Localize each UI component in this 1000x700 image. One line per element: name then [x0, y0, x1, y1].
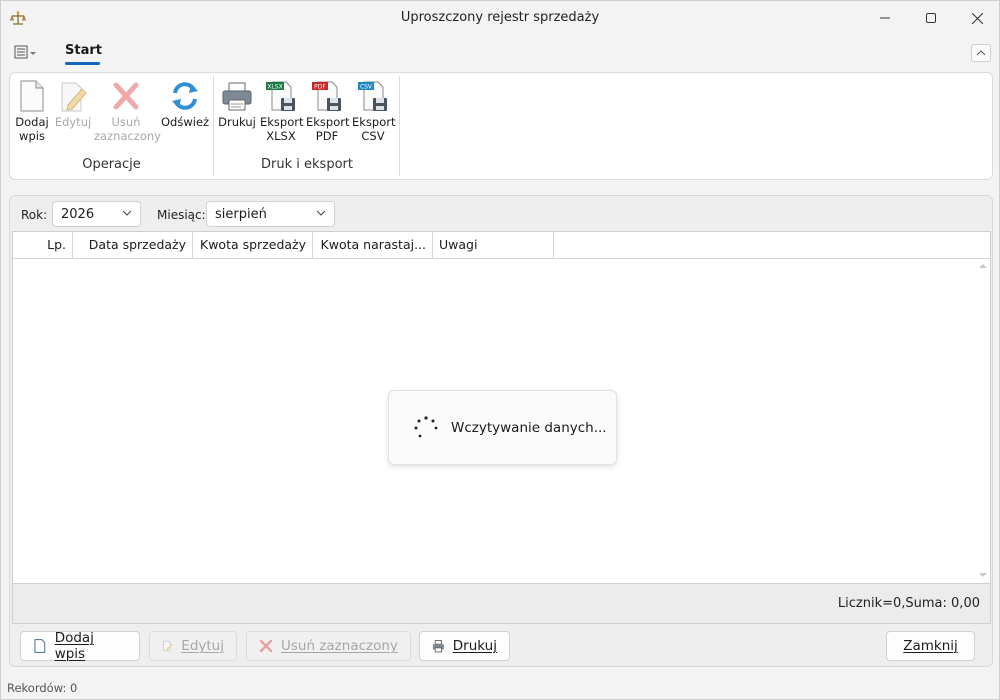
- maximize-button[interactable]: [908, 1, 954, 35]
- column-header-notes[interactable]: Uwagi: [433, 232, 554, 258]
- status-bar: Rekordów: 0: [1, 677, 999, 699]
- ribbon-add-label-1: Dodaj: [15, 115, 49, 129]
- main-window: Uproszczony rejestr sprzedaży Start Doda…: [0, 0, 1000, 700]
- printer-icon: [222, 82, 252, 111]
- xlsx-badge-text: XLSX: [267, 84, 282, 91]
- table-summary-row: Licznik=0,Suma: 0,00: [12, 584, 991, 624]
- ribbon-refresh-label: Odśwież: [161, 115, 210, 129]
- scroll-down-icon[interactable]: [979, 571, 987, 579]
- tab-start[interactable]: Start: [65, 43, 102, 58]
- ribbon-add-button[interactable]: Dodaj wpis: [14, 79, 50, 143]
- minimize-button[interactable]: [862, 1, 908, 35]
- edit-document-icon: [61, 82, 87, 112]
- delete-selected-label: Usuń zaznaczony: [281, 638, 398, 654]
- ribbon-edit-button[interactable]: Edytuj: [53, 79, 93, 129]
- summary-text: Licznik=0,Suma: 0,00: [837, 596, 980, 611]
- ribbon-delete-label-2: zaznaczony: [94, 129, 161, 143]
- ribbon-print-label: Drukuj: [218, 115, 256, 129]
- new-document-icon: [20, 80, 44, 112]
- year-label: Rok:: [21, 208, 48, 222]
- print-label: Drukuj: [452, 638, 497, 654]
- ribbon: Dodaj wpis Edytuj Usuń zaznaczony Odświe…: [9, 72, 993, 180]
- export-pdf-icon: PDF: [312, 81, 341, 111]
- refresh-icon: [172, 82, 198, 110]
- column-header-cumulative-amount[interactable]: Kwota narastaj...: [313, 232, 433, 258]
- month-label: Miesiąc:: [157, 208, 206, 222]
- delete-x-icon: [259, 639, 273, 653]
- close-button[interactable]: Zamknij: [886, 631, 975, 661]
- edit-label: Edytuj: [181, 638, 224, 654]
- ribbon-csv-label-2: CSV: [361, 129, 385, 143]
- ribbon-csv-label-1: Eksport: [352, 115, 396, 129]
- group-label-operations: Operacje: [82, 157, 141, 172]
- ribbon-pdf-label-2: PDF: [315, 129, 339, 143]
- year-value: 2026: [61, 207, 95, 222]
- month-select[interactable]: sierpień: [206, 201, 335, 227]
- chevron-up-icon: [976, 50, 986, 56]
- group-label-print-export: Druk i eksport: [261, 157, 353, 172]
- ribbon-export-csv-button[interactable]: CSV Eksport CSV: [352, 79, 396, 143]
- printer-icon: [432, 640, 444, 653]
- export-csv-icon: CSV: [358, 81, 387, 111]
- ribbon-export-pdf-button[interactable]: PDF Eksport PDF: [306, 79, 350, 143]
- title-bar: Uproszczony rejestr sprzedaży: [1, 1, 999, 35]
- ribbon-export-xlsx-button[interactable]: XLSX Eksport XLSX: [260, 79, 304, 143]
- record-count: Rekordów: 0: [7, 681, 78, 695]
- chevron-down-icon: [316, 210, 326, 216]
- column-header-sale-amount[interactable]: Kwota sprzedaży: [193, 232, 313, 258]
- export-xlsx-icon: XLSX: [266, 81, 295, 111]
- csv-badge-text: CSV: [360, 84, 373, 91]
- add-entry-label: Dodaj wpis: [54, 630, 94, 662]
- chevron-down-icon: [122, 210, 132, 216]
- ribbon-add-label-2: wpis: [19, 129, 45, 143]
- ribbon-tab-bar: Start: [1, 39, 999, 67]
- pdf-badge-text: PDF: [314, 84, 326, 91]
- delete-selected-button[interactable]: Usuń zaznaczony: [246, 631, 411, 661]
- app-menu-icon[interactable]: [14, 44, 38, 60]
- month-value: sierpień: [215, 207, 267, 222]
- scroll-up-icon[interactable]: [979, 262, 987, 270]
- print-button[interactable]: Drukuj: [419, 631, 510, 661]
- ribbon-print-button[interactable]: Drukuj: [218, 79, 256, 129]
- column-header-sale-date[interactable]: Data sprzedaży: [73, 232, 193, 258]
- ribbon-edit-label: Edytuj: [54, 115, 92, 129]
- new-document-icon: [34, 639, 46, 653]
- ribbon-xlsx-label-1: Eksport: [260, 115, 304, 129]
- minimize-icon: [880, 17, 890, 19]
- table-header: Lp. Data sprzedaży Kwota sprzedaży Kwota…: [13, 232, 990, 259]
- add-entry-button[interactable]: Dodaj wpis: [20, 630, 140, 662]
- tab-active-indicator: [65, 62, 100, 65]
- delete-x-icon: [113, 82, 139, 110]
- close-window-button[interactable]: [954, 1, 1000, 35]
- close-label: Zamknij: [903, 638, 958, 654]
- group-separator: [399, 76, 400, 176]
- collapse-ribbon-button[interactable]: [971, 44, 991, 62]
- loading-text: Wczytywanie danych...: [451, 420, 607, 436]
- edit-button[interactable]: Edytuj: [149, 631, 237, 661]
- loading-indicator: Wczytywanie danych...: [388, 390, 617, 465]
- column-header-lp[interactable]: Lp.: [13, 232, 73, 258]
- ribbon-refresh-button[interactable]: Odśwież: [161, 79, 209, 129]
- close-icon: [971, 12, 983, 24]
- maximize-icon: [926, 13, 936, 23]
- ribbon-delete-label-1: Usuń: [111, 115, 141, 129]
- edit-icon: [163, 640, 173, 652]
- ribbon-delete-button[interactable]: Usuń zaznaczony: [94, 79, 161, 143]
- spinner-icon: [414, 416, 438, 438]
- ribbon-xlsx-label-2: XLSX: [266, 129, 296, 143]
- ribbon-pdf-label-1: Eksport: [306, 115, 350, 129]
- window-title: Uproszczony rejestr sprzedaży: [400, 10, 600, 25]
- register-panel: Rok: 2026 Miesiąc: sierpień Lp. Data spr…: [9, 195, 993, 667]
- year-select[interactable]: 2026: [52, 201, 141, 227]
